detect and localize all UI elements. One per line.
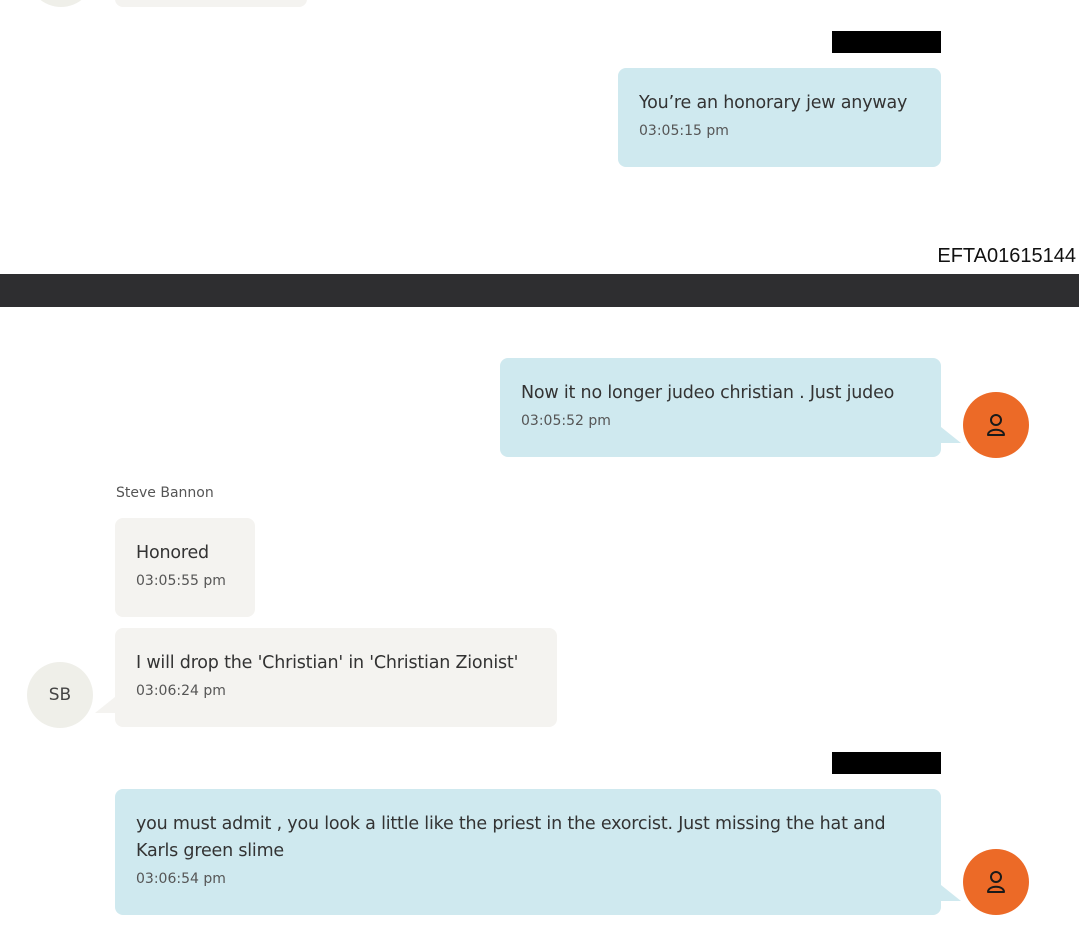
page-id: EFTA01615144 — [937, 245, 1076, 267]
person-icon — [987, 414, 1005, 436]
redaction-bar — [832, 31, 941, 53]
message-text: Now it no longer judeo christian . Just … — [521, 383, 895, 403]
user-avatar — [963, 849, 1029, 915]
message-text: You’re an honorary jew anyway — [639, 93, 908, 113]
avatar-partial — [28, 0, 94, 7]
message-text: I will drop the 'Christian' in 'Christia… — [136, 653, 519, 673]
page-divider — [0, 274, 1079, 307]
sender-name: Steve Bannon — [116, 485, 214, 501]
message-bubble-outgoing: Now it no longer judeo christian . Just … — [500, 358, 941, 457]
person-icon — [987, 871, 1005, 893]
message-bubble-incoming: I will drop the 'Christian' in 'Christia… — [115, 628, 557, 727]
message-bubble-outgoing: you must admit , you look a little like … — [115, 789, 941, 915]
message-bubble-outgoing: You’re an honorary jew anyway 03:05:15 p… — [618, 68, 941, 167]
redaction-bar — [832, 752, 941, 774]
message-timestamp: 03:05:15 pm — [639, 123, 729, 139]
bubble-tail — [95, 697, 115, 713]
message-bubble-partial — [115, 0, 307, 7]
bubble-tail — [941, 427, 961, 443]
bubble-tail — [941, 885, 961, 901]
message-timestamp: 03:05:55 pm — [136, 573, 226, 589]
avatar-sb: SB — [27, 662, 93, 728]
message-bubble-incoming: Honored 03:05:55 pm — [115, 518, 255, 617]
message-timestamp: 03:06:54 pm — [136, 871, 226, 887]
message-text: you must admit , you look a little like … — [136, 814, 886, 861]
message-timestamp: 03:06:24 pm — [136, 683, 226, 699]
message-text: Honored — [136, 543, 209, 563]
message-timestamp: 03:05:52 pm — [521, 413, 611, 429]
user-avatar — [963, 392, 1029, 458]
